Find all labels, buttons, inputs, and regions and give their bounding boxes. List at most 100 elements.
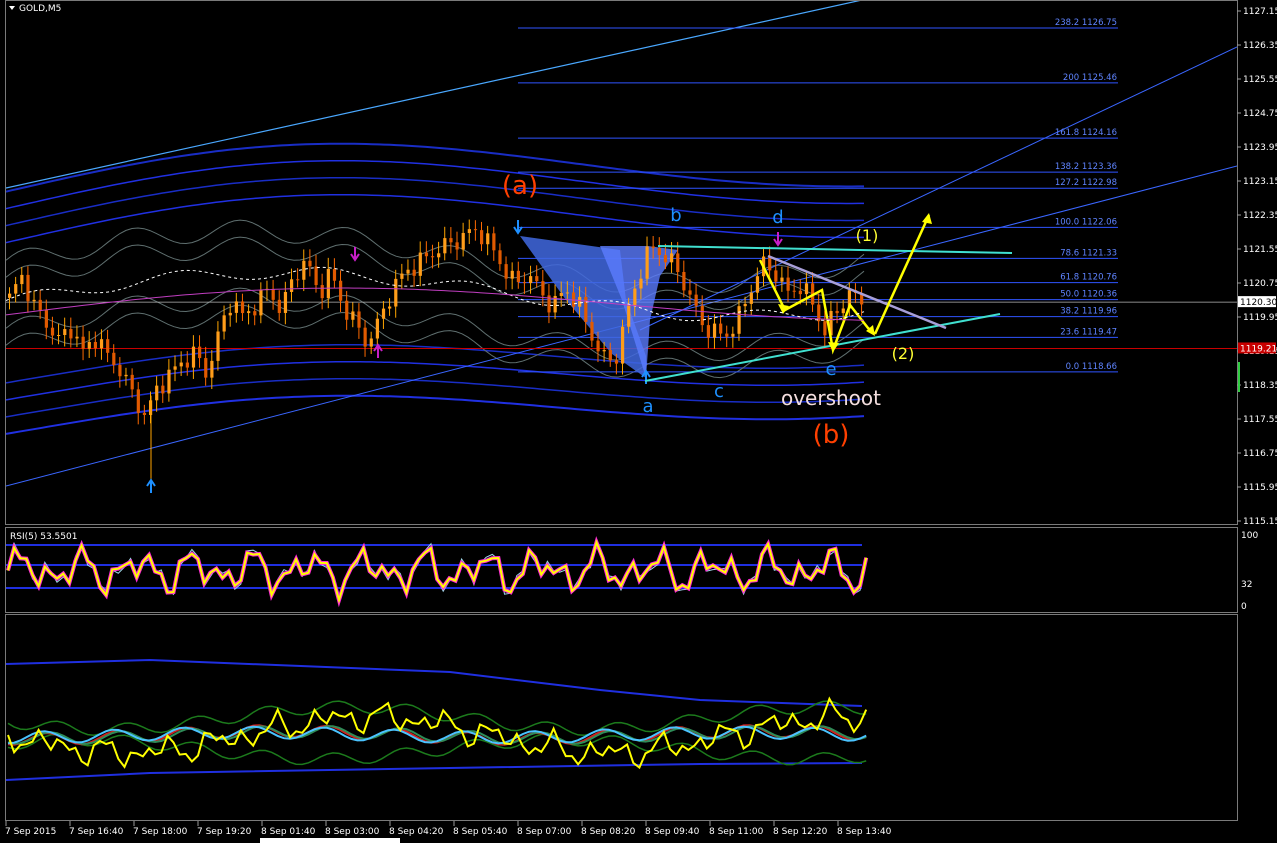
candle-body	[412, 269, 416, 276]
candle-body	[345, 300, 349, 320]
indicator-line	[7, 733, 867, 766]
candle-body	[719, 323, 723, 334]
price-tick-label: 1119.95	[1243, 313, 1277, 323]
candle-body	[700, 305, 704, 326]
candle-body	[222, 315, 226, 332]
price-pane: 238.2 1126.75 200 1125.46 161.8 1124.16 138…	[6, 1, 1237, 493]
candle-body	[136, 389, 140, 413]
candle-body	[99, 339, 104, 349]
candle-body	[596, 340, 600, 352]
wave-label-a: a	[642, 396, 653, 417]
candle-body	[565, 292, 570, 294]
candle-body	[823, 321, 827, 336]
candle-body	[50, 327, 55, 336]
candle-body	[277, 299, 281, 313]
rsi-scale-mid: 32	[1241, 580, 1252, 590]
candle-body	[296, 279, 300, 281]
candle-body	[449, 238, 453, 243]
candle-body	[529, 276, 533, 284]
candle-body	[437, 253, 441, 258]
time-tick-label: 8 Sep 07:00	[517, 827, 572, 837]
price-tick-label: 1116.75	[1243, 449, 1277, 459]
candle-body	[44, 310, 48, 328]
chart-canvas[interactable]: 238.2 1126.75 200 1125.46 161.8 1124.16 138…	[0, 0, 1277, 843]
candle-body	[712, 323, 717, 338]
candle-body	[253, 311, 257, 316]
time-tick-label: 8 Sep 03:00	[325, 827, 380, 837]
price-tick-label: 1118.35	[1243, 381, 1277, 391]
price-tick-label: 1127.15	[1243, 7, 1277, 17]
candle-body	[118, 364, 122, 377]
fib-level-label: 161.8 1124.16	[1055, 128, 1117, 138]
candle-body	[124, 374, 128, 377]
candle-body	[430, 256, 435, 258]
candle-body	[737, 306, 741, 334]
candle-body	[247, 311, 251, 314]
candle-body	[320, 285, 324, 299]
candle-body	[69, 329, 73, 339]
price-tick-label: 1117.55	[1243, 415, 1277, 425]
candle-body	[731, 333, 735, 337]
candle-body	[559, 293, 563, 296]
candle-body	[314, 266, 318, 286]
arrow-up-icon	[146, 478, 156, 493]
moving-average-dotted	[6, 266, 865, 322]
candle-body	[706, 325, 711, 338]
candle-body	[676, 253, 680, 273]
candle-body	[841, 308, 845, 314]
fib-level-label: 138.2 1123.36	[1055, 162, 1117, 172]
candle-body	[578, 296, 582, 307]
candle-body	[369, 338, 373, 347]
candle-body	[835, 310, 839, 314]
candle-body	[627, 305, 631, 327]
candle-body	[486, 233, 490, 245]
fib-level-label: 23.6 1119.47	[1060, 327, 1117, 337]
wave-label-2: (2)	[892, 344, 915, 363]
fib-level-label: 0.0 1118.66	[1066, 362, 1117, 372]
rsi-pane	[6, 536, 869, 608]
candle-body	[522, 282, 527, 284]
candle-body	[492, 233, 496, 251]
candle-body	[388, 306, 392, 309]
envelope-band	[6, 176, 864, 227]
envelope-band	[6, 159, 864, 210]
fib-level-label: 50.0 1120.36	[1060, 290, 1117, 300]
price-tick-label: 1122.35	[1243, 211, 1277, 221]
candle-body	[633, 288, 637, 306]
candle-body	[32, 299, 36, 302]
candle-body	[682, 272, 686, 291]
candle-body	[688, 290, 692, 295]
candle-body	[20, 274, 24, 285]
candle-body	[663, 255, 668, 263]
candle-body	[639, 278, 643, 289]
fib-level-label: 127.2 1122.98	[1055, 178, 1117, 188]
inner-band	[6, 219, 865, 294]
candle-body	[93, 341, 98, 349]
dropdown-triangle-icon[interactable]	[9, 6, 15, 10]
time-tick-label: 8 Sep 09:40	[645, 827, 700, 837]
candle-body	[363, 327, 367, 347]
candle-body	[400, 273, 404, 279]
candle-body	[743, 303, 747, 307]
candle-body	[725, 333, 729, 337]
candle-body	[786, 277, 790, 291]
rsi-scale-top: 100	[1241, 531, 1258, 541]
envelope-band	[6, 193, 864, 244]
candle-body	[308, 260, 312, 267]
wave-label-b-major: (b)	[813, 420, 850, 450]
wave-label-a-major: (a)	[502, 171, 538, 201]
arrow-head-icon	[922, 213, 932, 224]
candle-body	[473, 229, 478, 231]
candle-body	[608, 350, 612, 361]
fib-level-label: 78.6 1121.33	[1060, 248, 1117, 258]
time-tick-label: 7 Sep 2015	[5, 827, 56, 837]
time-tick-label: 8 Sep 12:20	[773, 827, 828, 837]
candle-body	[87, 341, 91, 349]
candle-body	[173, 366, 177, 370]
candle-body	[216, 331, 220, 361]
candle-body	[657, 248, 661, 256]
moving-average-magenta	[6, 287, 865, 321]
candle-body	[768, 256, 772, 271]
candle-body	[204, 358, 208, 378]
rsi-pane-frame	[5, 527, 1238, 613]
